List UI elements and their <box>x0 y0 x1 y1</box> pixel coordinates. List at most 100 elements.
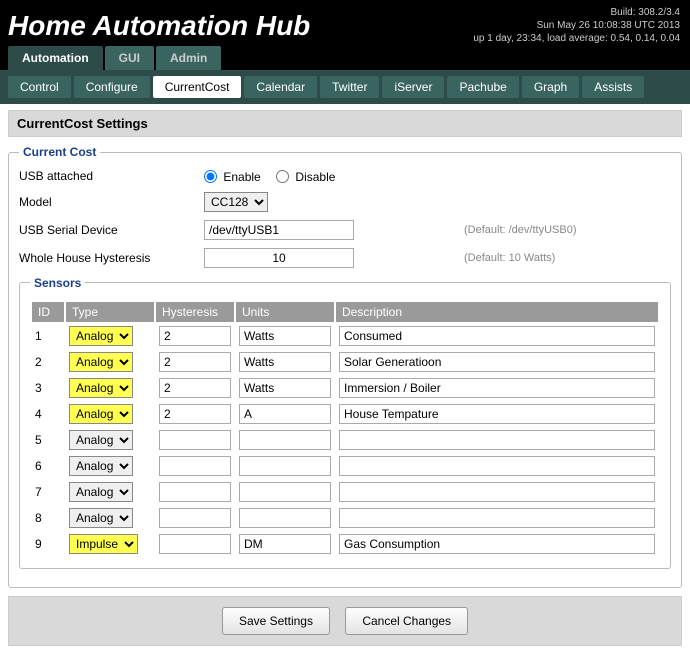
subtab-control[interactable]: Control <box>8 76 71 98</box>
col-type: Type <box>65 301 155 323</box>
sensor-type-select[interactable]: Impulse <box>69 534 138 554</box>
usb-enable-label[interactable]: Enable <box>223 170 260 184</box>
sensor-id: 1 <box>31 323 65 349</box>
sensor-units-input[interactable] <box>239 404 331 424</box>
tab-admin[interactable]: Admin <box>156 46 221 70</box>
table-row: 3Analog <box>31 375 659 401</box>
cancel-button[interactable]: Cancel Changes <box>345 607 468 635</box>
table-row: 7Analog <box>31 479 659 505</box>
sensor-id: 3 <box>31 375 65 401</box>
usb-enable-radio[interactable] <box>204 170 217 183</box>
usb-serial-hint: (Default: /dev/ttyUSB0) <box>464 224 577 236</box>
model-row: Model CC128 <box>19 192 671 212</box>
sensor-type-select[interactable]: Analog <box>69 326 133 346</box>
sensor-units-input[interactable] <box>239 430 331 450</box>
table-row: 8Analog <box>31 505 659 531</box>
sensor-hysteresis-input[interactable] <box>159 352 231 372</box>
sensor-type-select[interactable]: Analog <box>69 404 133 424</box>
subtab-configure[interactable]: Configure <box>74 76 150 98</box>
sensor-hysteresis-input[interactable] <box>159 508 231 528</box>
sensor-hysteresis-input[interactable] <box>159 378 231 398</box>
current-cost-fieldset: Current Cost USB attached Enable Disable… <box>8 145 682 588</box>
sensor-description-input[interactable] <box>339 378 655 398</box>
table-row: 2Analog <box>31 349 659 375</box>
usb-serial-label: USB Serial Device <box>19 223 204 237</box>
sensor-id: 8 <box>31 505 65 531</box>
sensor-hysteresis-input[interactable] <box>159 430 231 450</box>
col-desc: Description <box>335 301 659 323</box>
tab-gui[interactable]: GUI <box>105 46 154 70</box>
sensor-description-input[interactable] <box>339 430 655 450</box>
sensor-description-input[interactable] <box>339 352 655 372</box>
primary-tabs: AutomationGUIAdmin <box>8 46 223 70</box>
button-bar: Save Settings Cancel Changes <box>8 596 682 646</box>
usb-serial-row: USB Serial Device (Default: /dev/ttyUSB0… <box>19 220 671 240</box>
sensor-hysteresis-input[interactable] <box>159 326 231 346</box>
sensor-hysteresis-input[interactable] <box>159 456 231 476</box>
hysteresis-input[interactable] <box>204 248 354 268</box>
usb-attached-label: USB attached <box>19 169 204 183</box>
secondary-tabs: ControlConfigureCurrentCostCalendarTwitt… <box>0 70 690 104</box>
sensors-legend: Sensors <box>30 276 85 290</box>
sensor-id: 4 <box>31 401 65 427</box>
usb-attached-row: USB attached Enable Disable <box>19 169 671 184</box>
sensor-description-input[interactable] <box>339 508 655 528</box>
sensor-id: 5 <box>31 427 65 453</box>
sensor-hysteresis-input[interactable] <box>159 534 231 554</box>
sensor-units-input[interactable] <box>239 326 331 346</box>
usb-disable-radio[interactable] <box>276 170 289 183</box>
sensor-type-select[interactable]: Analog <box>69 456 133 476</box>
subtab-graph[interactable]: Graph <box>522 76 579 98</box>
sensor-type-select[interactable]: Analog <box>69 508 133 528</box>
current-cost-legend: Current Cost <box>19 145 100 159</box>
sensor-hysteresis-input[interactable] <box>159 482 231 502</box>
subtab-calendar[interactable]: Calendar <box>244 76 317 98</box>
sensor-type-select[interactable]: Analog <box>69 430 133 450</box>
sensor-description-input[interactable] <box>339 482 655 502</box>
save-button[interactable]: Save Settings <box>222 607 330 635</box>
table-row: 4Analog <box>31 401 659 427</box>
system-info: Build: 308.2/3.4 Sun May 26 10:08:38 UTC… <box>473 6 680 45</box>
sensor-description-input[interactable] <box>339 534 655 554</box>
subtab-assists[interactable]: Assists <box>582 76 644 98</box>
subtab-currentcost[interactable]: CurrentCost <box>153 76 242 98</box>
sensor-units-input[interactable] <box>239 378 331 398</box>
table-row: 5Analog <box>31 427 659 453</box>
sensor-description-input[interactable] <box>339 456 655 476</box>
subtab-pachube[interactable]: Pachube <box>447 76 518 98</box>
page-title: CurrentCost Settings <box>8 110 682 137</box>
datetime-info: Sun May 26 10:08:38 UTC 2013 <box>473 19 680 32</box>
sensor-description-input[interactable] <box>339 404 655 424</box>
table-row: 9Impulse <box>31 531 659 557</box>
usb-disable-label[interactable]: Disable <box>295 170 335 184</box>
hysteresis-label: Whole House Hysteresis <box>19 251 204 265</box>
header: Home Automation Hub Build: 308.2/3.4 Sun… <box>0 0 690 70</box>
build-info: Build: 308.2/3.4 <box>473 6 680 19</box>
usb-serial-input[interactable] <box>204 220 354 240</box>
hysteresis-row: Whole House Hysteresis (Default: 10 Watt… <box>19 248 671 268</box>
sensor-hysteresis-input[interactable] <box>159 404 231 424</box>
sensor-id: 9 <box>31 531 65 557</box>
subtab-iserver[interactable]: iServer <box>382 76 444 98</box>
col-hys: Hysteresis <box>155 301 235 323</box>
sensor-id: 7 <box>31 479 65 505</box>
table-row: 6Analog <box>31 453 659 479</box>
sensor-type-select[interactable]: Analog <box>69 482 133 502</box>
sensor-description-input[interactable] <box>339 326 655 346</box>
uptime-info: up 1 day, 23:34, load average: 0.54, 0.1… <box>473 32 680 45</box>
model-select[interactable]: CC128 <box>204 192 268 212</box>
subtab-twitter[interactable]: Twitter <box>320 76 379 98</box>
sensor-units-input[interactable] <box>239 508 331 528</box>
sensor-units-input[interactable] <box>239 534 331 554</box>
col-units: Units <box>235 301 335 323</box>
sensor-type-select[interactable]: Analog <box>69 352 133 372</box>
sensor-units-input[interactable] <box>239 352 331 372</box>
page-content: CurrentCost Settings Current Cost USB at… <box>0 104 690 658</box>
hysteresis-hint: (Default: 10 Watts) <box>464 252 555 264</box>
sensor-units-input[interactable] <box>239 482 331 502</box>
sensor-type-select[interactable]: Analog <box>69 378 133 398</box>
tab-automation[interactable]: Automation <box>8 46 103 70</box>
col-id: ID <box>31 301 65 323</box>
sensor-units-input[interactable] <box>239 456 331 476</box>
sensor-id: 6 <box>31 453 65 479</box>
